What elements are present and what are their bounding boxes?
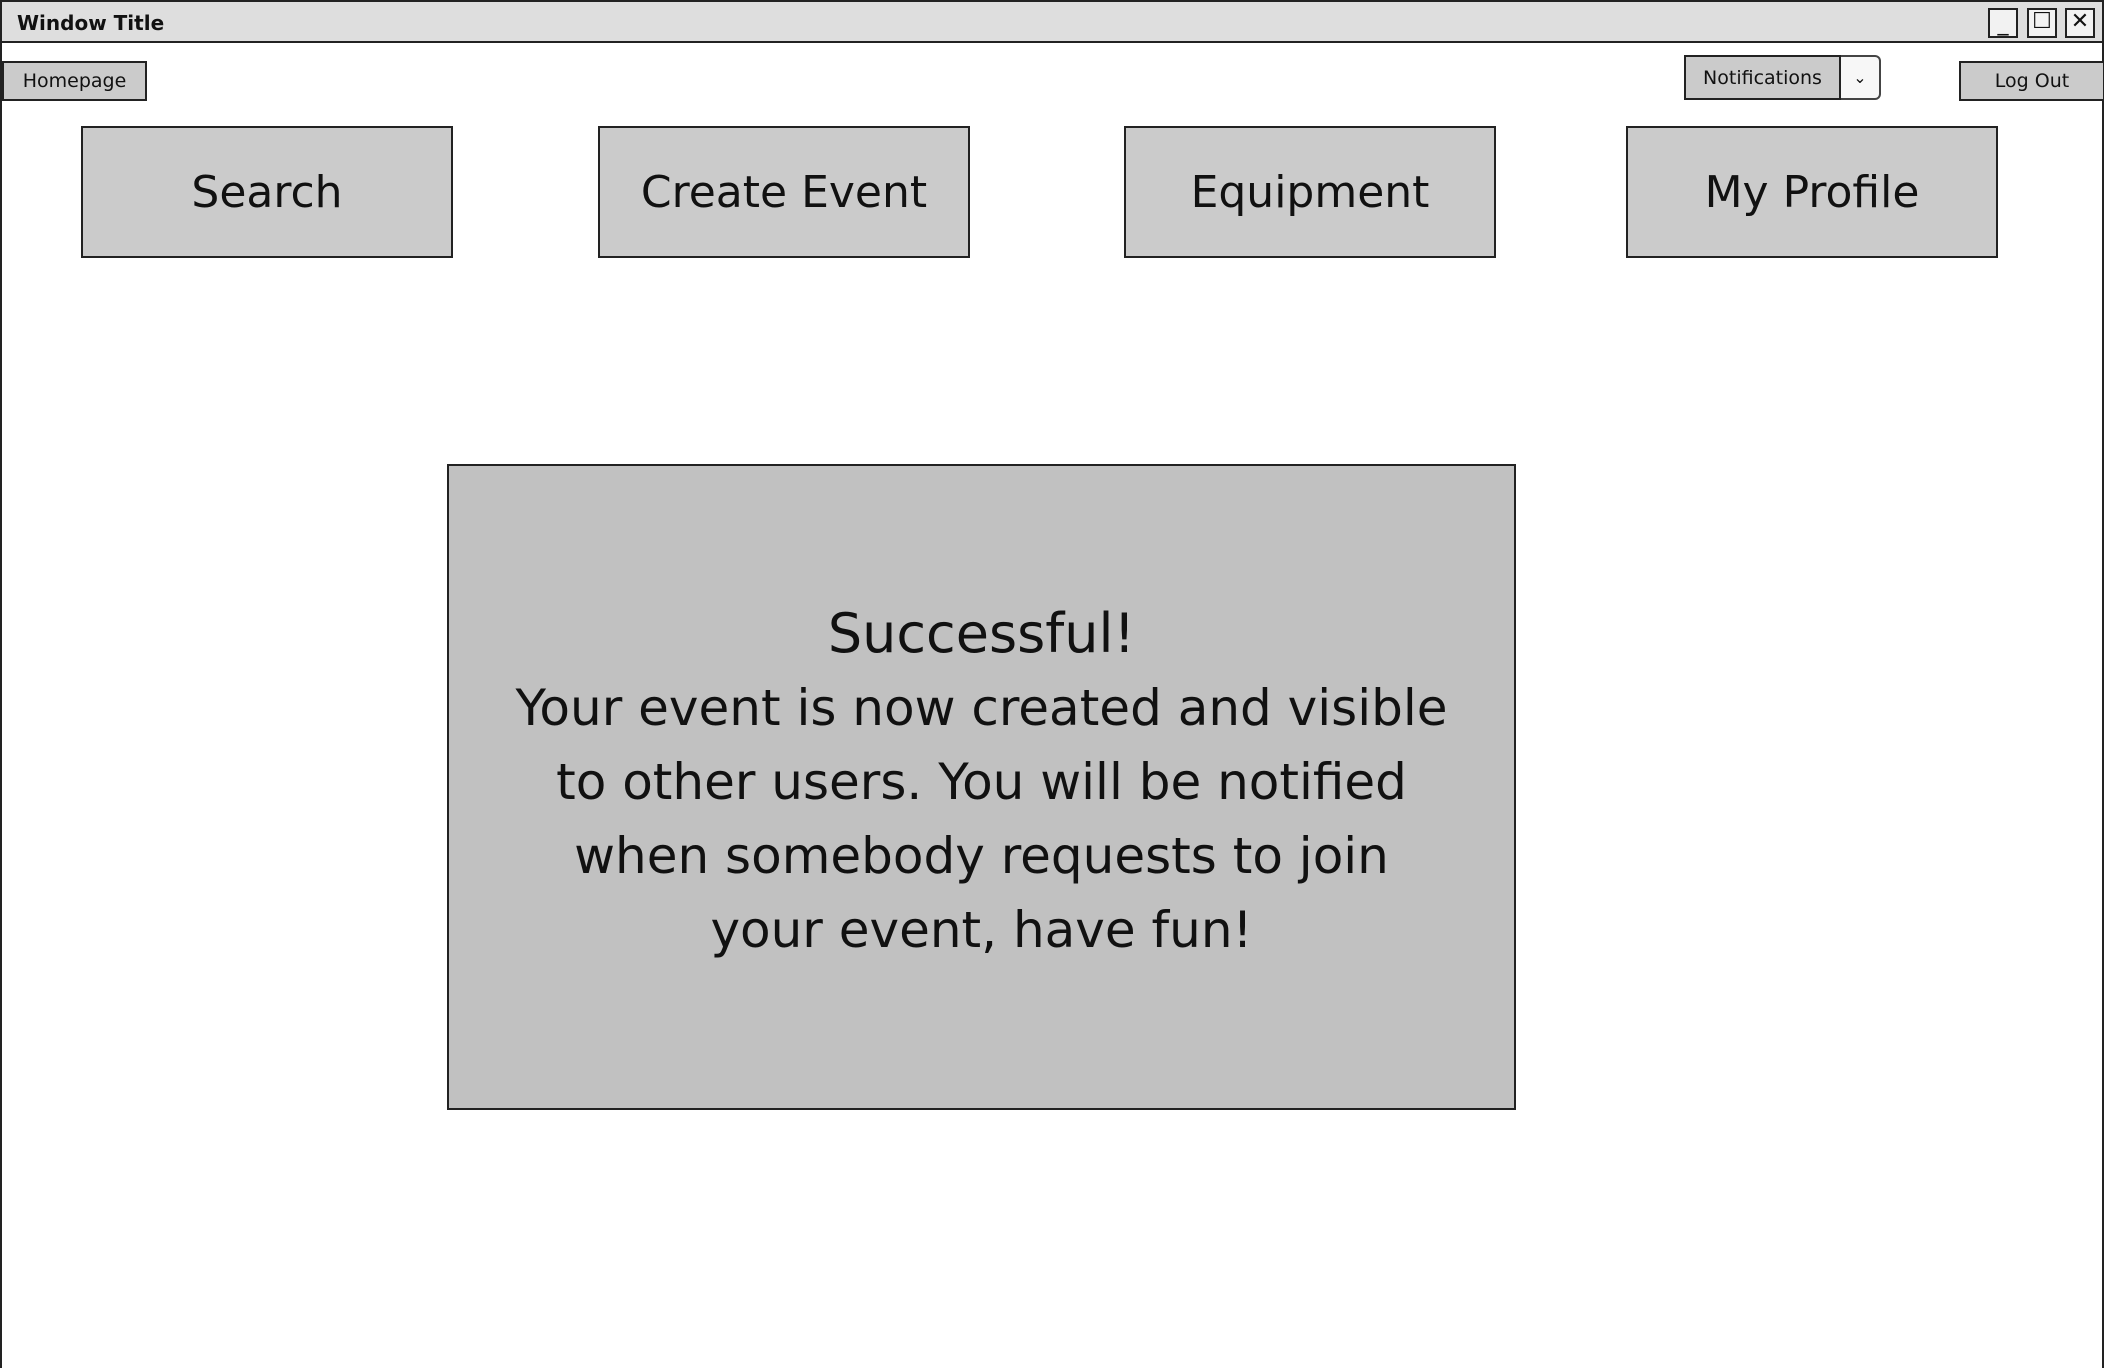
notifications-label[interactable]: Notifications [1684,55,1841,100]
close-icon: ✕ [2070,9,2090,34]
equipment-button[interactable]: Equipment [1124,126,1496,258]
title-bar: Window Title _ ☐ ✕ [2,0,2102,43]
maximize-button[interactable]: ☐ [2027,8,2057,38]
search-button[interactable]: Search [81,126,453,258]
success-dialog: Successful! Your event is now created an… [447,464,1516,1110]
homepage-button[interactable]: Homepage [2,61,147,101]
minimize-button[interactable]: _ [1988,8,2018,38]
close-button[interactable]: ✕ [2065,8,2095,38]
minimize-icon: _ [1997,11,2009,36]
maximize-icon: ☐ [2032,9,2052,34]
dialog-message: Your event is now created and visible to… [515,679,1448,959]
logout-button[interactable]: Log Out [1959,61,2104,101]
dialog-title: Successful! [827,602,1136,665]
my-profile-button[interactable]: My Profile [1626,126,1998,258]
window-title: Window Title [17,11,165,35]
create-event-button[interactable]: Create Event [598,126,970,258]
notifications-dropdown[interactable]: Notifications ⌄ [1684,55,1882,102]
app-window: Window Title _ ☐ ✕ Homepage Notification… [0,0,2104,1368]
chevron-down-icon[interactable]: ⌄ [1841,55,1881,100]
